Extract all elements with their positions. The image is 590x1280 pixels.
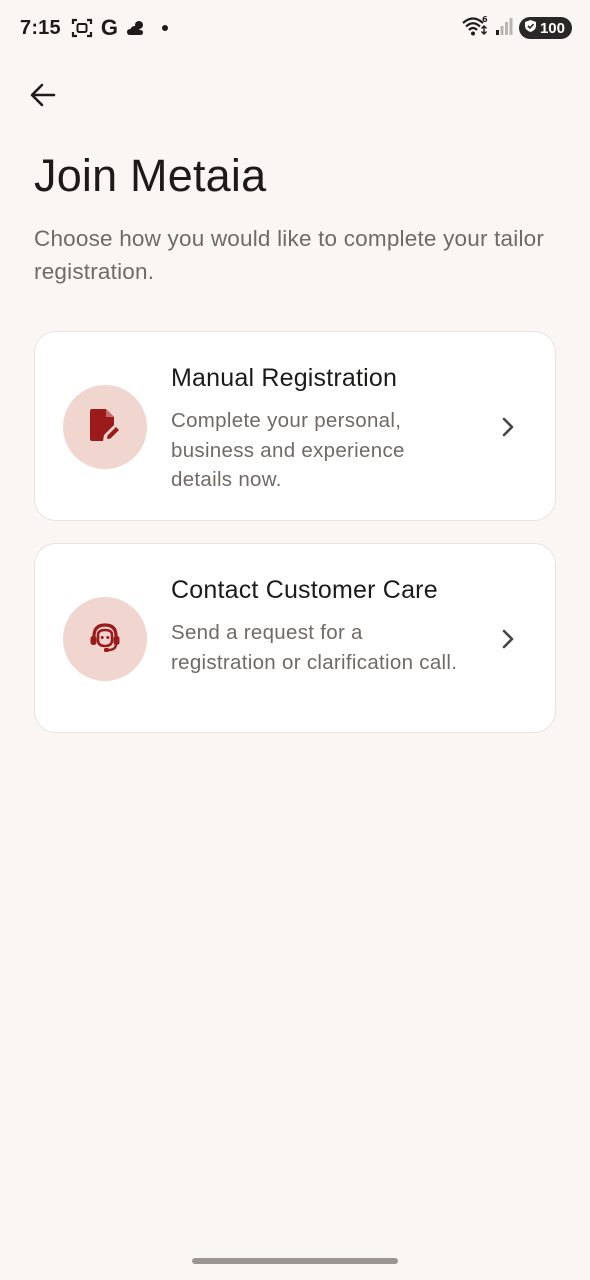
status-right: 6 100 bbox=[461, 15, 572, 42]
google-icon: G bbox=[100, 15, 118, 40]
manual-registration-card[interactable]: Manual Registration Complete your person… bbox=[34, 331, 556, 521]
support-agent-icon bbox=[88, 621, 122, 658]
signal-icon bbox=[495, 16, 513, 41]
card-title: Manual Registration bbox=[171, 364, 398, 392]
arrow-left-icon bbox=[29, 82, 57, 113]
card-title: Contact Customer Care bbox=[171, 576, 438, 604]
notification-dot bbox=[161, 25, 168, 31]
icon-circle bbox=[63, 597, 147, 681]
page-title: Join Metaia bbox=[34, 150, 267, 201]
home-indicator[interactable] bbox=[192, 1258, 398, 1264]
status-left: 7:15 G bbox=[20, 17, 168, 40]
status-notification-icons: G bbox=[71, 17, 168, 39]
battery-shield-icon bbox=[524, 19, 537, 37]
status-time: 7:15 bbox=[20, 16, 61, 39]
wifi-icon: 6 bbox=[461, 15, 489, 42]
svg-text:6: 6 bbox=[482, 15, 488, 24]
status-bar: 7:15 G 6 100 bbox=[0, 0, 590, 56]
card-description: Complete your personal, business and exp… bbox=[171, 409, 405, 491]
weather-icon bbox=[126, 19, 148, 37]
battery-level: 100 bbox=[539, 19, 565, 37]
icon-circle bbox=[63, 385, 147, 469]
edit-document-icon bbox=[89, 408, 121, 447]
page-subtitle: Choose how you would like to complete yo… bbox=[34, 226, 545, 284]
screenshot-icon bbox=[71, 18, 93, 38]
chevron-right-icon bbox=[497, 627, 519, 651]
card-description: Send a request for a registration or cla… bbox=[171, 621, 458, 674]
contact-customer-care-card[interactable]: Contact Customer Care Send a request for… bbox=[34, 543, 556, 733]
chevron-right-icon bbox=[497, 415, 519, 439]
back-button[interactable] bbox=[22, 76, 64, 118]
battery-indicator: 100 bbox=[518, 17, 572, 39]
